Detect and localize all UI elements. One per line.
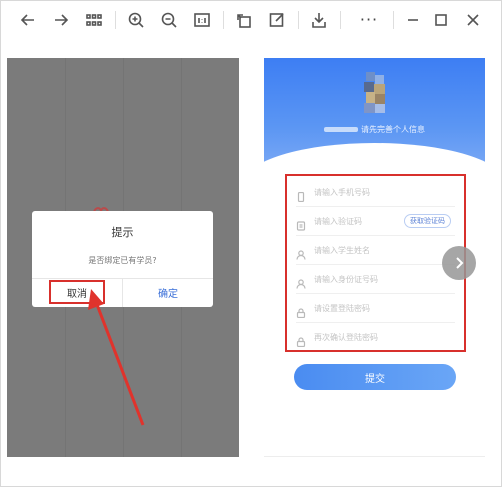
back-arrow-icon[interactable]: [16, 8, 40, 32]
get-code-button[interactable]: 获取验证码: [404, 214, 451, 228]
blurred-name: [324, 127, 358, 132]
minimize-icon[interactable]: [401, 8, 425, 32]
toolbar-divider: [115, 11, 116, 29]
toolbar-divider: [298, 11, 299, 29]
lock-icon: [296, 332, 306, 348]
code-placeholder: 请输入验证码: [314, 217, 362, 226]
rotate-icon[interactable]: [232, 8, 256, 32]
grid-icon[interactable]: [82, 8, 106, 32]
confirm-button[interactable]: 确定: [123, 278, 213, 307]
id-number-placeholder: 请输入身份证号码: [314, 275, 378, 284]
phone-field[interactable]: 请输入手机号码: [296, 178, 455, 207]
download-icon[interactable]: [307, 8, 331, 32]
password-placeholder: 请设置登陆密码: [314, 304, 370, 313]
password-field[interactable]: 请设置登陆密码: [296, 294, 455, 323]
more-icon[interactable]: ···: [357, 8, 381, 32]
dialog-message: 是否绑定已有学员?: [88, 256, 157, 265]
chevron-right-icon: [456, 257, 464, 269]
divider: [264, 456, 485, 457]
dialog-title: 提示: [111, 226, 134, 239]
banner-prompt: 请先完善个人信息: [264, 124, 485, 135]
student-name-placeholder: 请输入学生姓名: [314, 246, 370, 255]
close-icon[interactable]: [461, 8, 485, 32]
avatar: [364, 72, 385, 113]
code-icon: [296, 216, 306, 231]
verification-code-field[interactable]: 请输入验证码 获取验证码: [296, 207, 455, 236]
confirm-password-field[interactable]: 再次确认登陆密码: [296, 323, 455, 351]
toolbar-divider: [393, 11, 394, 29]
phone-placeholder: 请输入手机号码: [314, 188, 370, 197]
id-number-field[interactable]: 请输入身份证号码: [296, 265, 455, 294]
toolbar-divider: [223, 11, 224, 29]
maximize-icon[interactable]: [429, 8, 453, 32]
user-icon: [296, 245, 306, 260]
toolbar: ···: [0, 0, 502, 40]
zoom-out-icon[interactable]: [157, 8, 181, 32]
left-screenshot: 提示 是否绑定已有学员? 取消 确定: [7, 58, 239, 457]
cancel-highlight-box: [49, 280, 105, 304]
forward-arrow-icon[interactable]: [49, 8, 73, 32]
user-icon: [296, 274, 306, 289]
confirm-password-placeholder: 再次确认登陆密码: [314, 333, 378, 342]
lock-icon: [296, 303, 306, 319]
next-image-button[interactable]: [442, 246, 476, 280]
zoom-in-icon[interactable]: [124, 8, 148, 32]
toolbar-divider: [340, 11, 341, 29]
submit-button[interactable]: 提交: [294, 364, 456, 390]
actual-size-icon[interactable]: [190, 8, 214, 32]
student-name-field[interactable]: 请输入学生姓名: [296, 236, 455, 265]
edit-icon[interactable]: [265, 8, 289, 32]
phone-icon: [296, 187, 306, 203]
registration-form: 请输入手机号码 请输入验证码 获取验证码 请输入学生姓名 请输入身份证号码 请设…: [285, 174, 466, 352]
